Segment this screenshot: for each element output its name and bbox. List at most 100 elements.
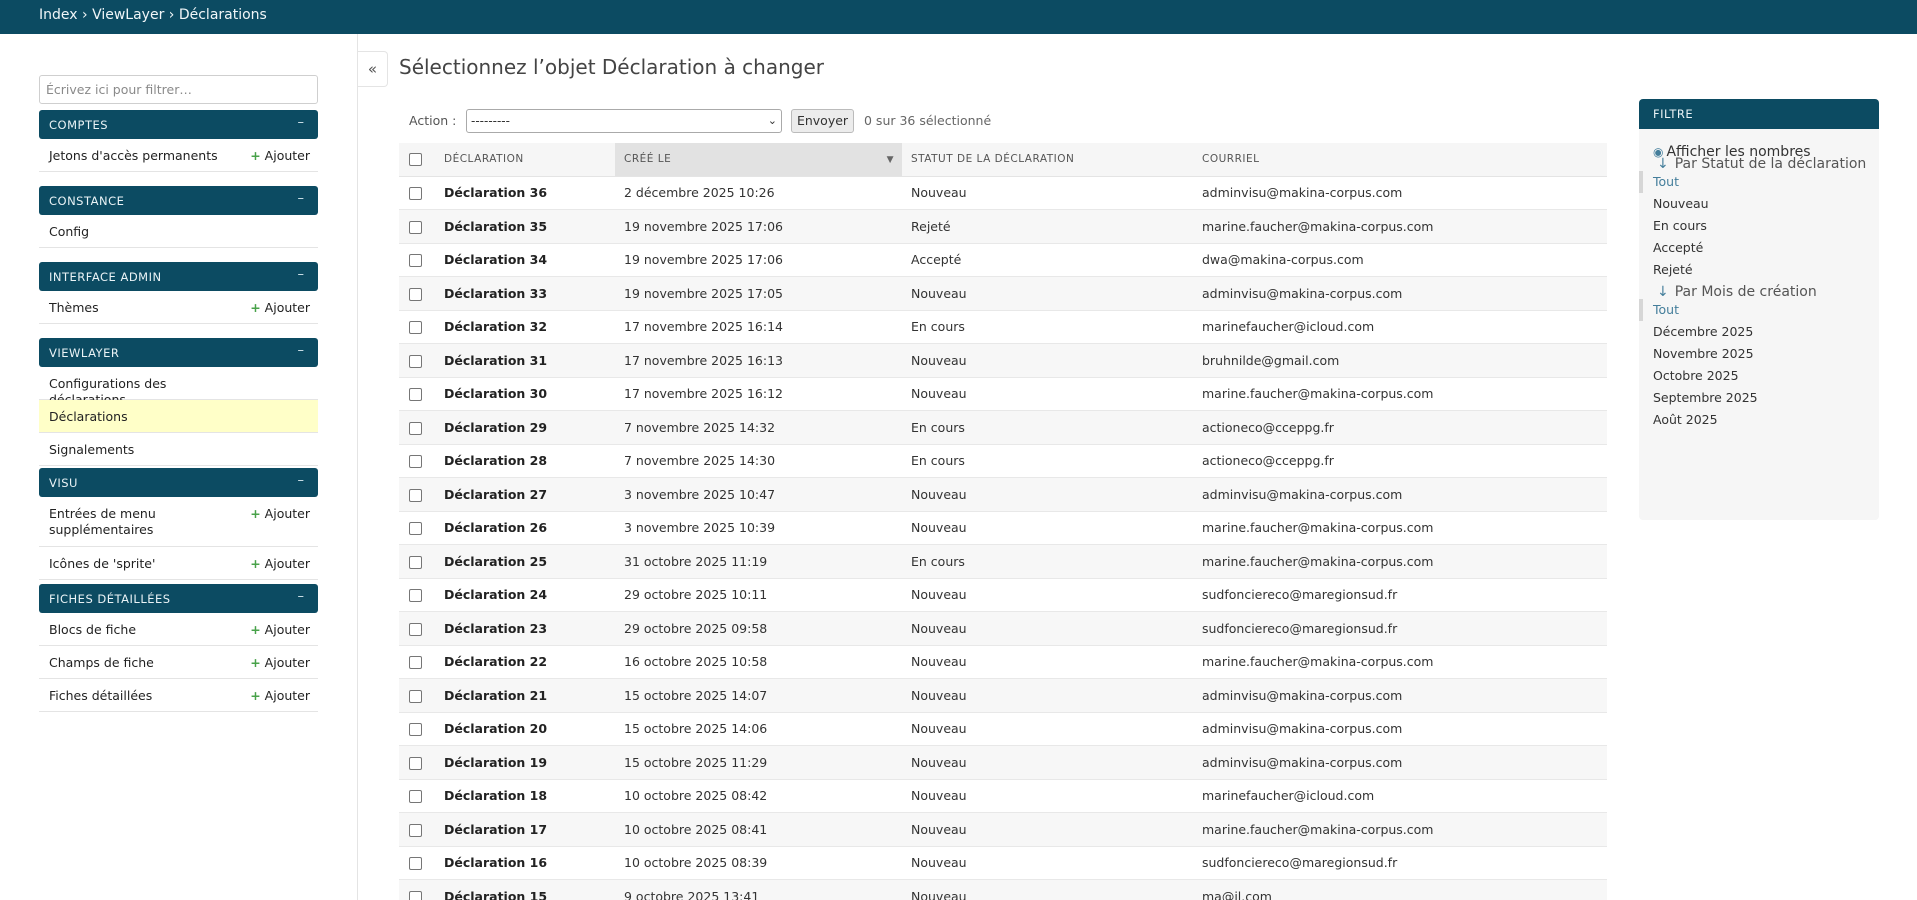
filter-choice-octobre-2025[interactable]: Octobre 2025 [1639, 365, 1879, 387]
row-checkbox[interactable] [409, 488, 422, 502]
declaration-link[interactable]: Déclaration 36 [435, 176, 615, 210]
row-checkbox[interactable] [409, 689, 422, 703]
row-checkbox[interactable] [409, 187, 422, 201]
row-checkbox[interactable] [409, 354, 422, 368]
nav-item-jetons-d-acces-permanents[interactable]: Jetons d'accès permanents + Ajouter [39, 139, 318, 172]
nav-item-config[interactable]: Config [39, 215, 318, 248]
nav-module-title[interactable]: COMPTES [49, 118, 108, 132]
table-row[interactable]: Déclaration 18 10 octobre 2025 08:42 Nouve… [399, 779, 1607, 813]
row-checkbox[interactable] [409, 388, 422, 402]
add-link[interactable]: + Ajouter [250, 655, 310, 670]
add-link[interactable]: + Ajouter [250, 148, 310, 163]
collapse-module-icon[interactable]: – [298, 115, 305, 130]
table-row[interactable]: Déclaration 15 9 octobre 2025 13:41 Nouvea… [399, 879, 1607, 900]
table-row[interactable]: Déclaration 25 31 octobre 2025 11:19 En co… [399, 544, 1607, 579]
filter-choice-septembre-2025[interactable]: Septembre 2025 [1639, 387, 1879, 409]
filter-choice-nouveau[interactable]: Nouveau [1639, 193, 1879, 215]
declaration-link[interactable]: Déclaration 22 [435, 645, 615, 679]
nav-module-title[interactable]: CONSTANCE [49, 194, 124, 208]
nav-module-title[interactable]: VIEWLAYER [49, 346, 119, 360]
nav-item-champs-de-fiche[interactable]: Champs de fiche + Ajouter [39, 646, 318, 679]
row-checkbox[interactable] [409, 790, 422, 804]
table-row[interactable]: Déclaration 16 10 octobre 2025 08:39 Nouve… [399, 846, 1607, 880]
table-row[interactable]: Déclaration 19 15 octobre 2025 11:29 Nouve… [399, 745, 1607, 780]
nav-item-icones-de-sprite[interactable]: Icônes de 'sprite' + Ajouter [39, 547, 318, 580]
nav-item-label[interactable]: Blocs de fiche [49, 622, 224, 638]
row-checkbox[interactable] [409, 522, 422, 536]
declaration-link[interactable]: Déclaration 29 [435, 410, 615, 445]
nav-module-title[interactable]: VISU [49, 476, 78, 490]
add-link[interactable]: + Ajouter [250, 622, 310, 637]
collapse-module-icon[interactable]: – [298, 589, 305, 604]
declaration-link[interactable]: Déclaration 28 [435, 444, 615, 478]
filter-choice-en-cours[interactable]: En cours [1639, 215, 1879, 237]
breadcrumb-viewlayer-link[interactable]: ViewLayer [92, 7, 164, 23]
declaration-link[interactable]: Déclaration 15 [435, 879, 615, 900]
declaration-link[interactable]: Déclaration 31 [435, 343, 615, 378]
declaration-link[interactable]: Déclaration 21 [435, 678, 615, 713]
row-checkbox[interactable] [409, 857, 422, 871]
run-action-button[interactable]: Envoyer [791, 109, 854, 133]
table-row[interactable]: Déclaration 22 16 octobre 2025 10:58 Nouve… [399, 645, 1607, 679]
filter-group-title[interactable]: ↓ Par Statut de la déclaration [1657, 156, 1866, 172]
collapse-module-icon[interactable]: – [298, 343, 305, 358]
nav-item-signalements[interactable]: Signalements [39, 433, 318, 466]
declaration-link[interactable]: Déclaration 24 [435, 578, 615, 612]
nav-item-label[interactable]: Champs de fiche [49, 655, 224, 671]
nav-item-label[interactable]: Fiches détaillées [49, 688, 224, 704]
row-checkbox[interactable] [409, 421, 422, 435]
table-row[interactable]: Déclaration 29 7 novembre 2025 14:32 En co… [399, 410, 1607, 445]
filter-choice-tout[interactable]: Tout [1639, 171, 1879, 193]
filter-group-title[interactable]: ↓ Par Mois de création [1657, 284, 1817, 300]
nav-item-label[interactable]: Entrées de menu supplémentaires [49, 506, 224, 538]
row-checkbox[interactable] [409, 723, 422, 737]
filter-choice-rejete[interactable]: Rejeté [1639, 259, 1879, 281]
table-row[interactable]: Déclaration 34 19 novembre 2025 17:06 Acce… [399, 243, 1607, 277]
nav-filter-input[interactable] [39, 75, 318, 104]
row-checkbox[interactable] [409, 589, 422, 603]
nav-item-label[interactable]: Thèmes [49, 300, 224, 316]
nav-item-label[interactable]: Déclarations [49, 409, 224, 425]
table-row[interactable]: Déclaration 28 7 novembre 2025 14:30 En co… [399, 444, 1607, 478]
declaration-link[interactable]: Déclaration 18 [435, 779, 615, 813]
add-link[interactable]: + Ajouter [250, 506, 310, 521]
column-header-email[interactable]: COURRIEL [1193, 143, 1607, 177]
row-checkbox[interactable] [409, 455, 422, 469]
declaration-link[interactable]: Déclaration 17 [435, 812, 615, 847]
filter-choice-decembre-2025[interactable]: Décembre 2025 [1639, 321, 1879, 343]
nav-item-label[interactable]: Jetons d'accès permanents [49, 148, 224, 164]
table-row[interactable]: Déclaration 17 10 octobre 2025 08:41 Nouve… [399, 812, 1607, 847]
sort-descending-icon[interactable]: ▼ [887, 155, 894, 165]
declaration-link[interactable]: Déclaration 16 [435, 846, 615, 880]
row-checkbox[interactable] [409, 254, 422, 268]
nav-item-label[interactable]: Config [49, 224, 224, 240]
nav-item-label[interactable]: Icônes de 'sprite' [49, 556, 224, 572]
table-row[interactable]: Déclaration 32 17 novembre 2025 16:14 En c… [399, 310, 1607, 344]
table-row[interactable]: Déclaration 36 2 décembre 2025 10:26 Nouve… [399, 176, 1607, 210]
table-row[interactable]: Déclaration 26 3 novembre 2025 10:39 Nouve… [399, 511, 1607, 545]
declaration-link[interactable]: Déclaration 30 [435, 377, 615, 411]
table-row[interactable]: Déclaration 35 19 novembre 2025 17:06 Reje… [399, 209, 1607, 244]
declaration-link[interactable]: Déclaration 32 [435, 310, 615, 344]
select-all-checkbox[interactable] [409, 152, 422, 166]
table-row[interactable]: Déclaration 31 17 novembre 2025 16:13 Nouv… [399, 343, 1607, 378]
declaration-link[interactable]: Déclaration 25 [435, 544, 615, 579]
declaration-link[interactable]: Déclaration 33 [435, 276, 615, 311]
row-checkbox[interactable] [409, 622, 422, 636]
declaration-link[interactable]: Déclaration 35 [435, 209, 615, 244]
nav-item-configurations-des-declarations[interactable]: Configurations des déclarations [39, 367, 318, 407]
column-header-declaration[interactable]: DÉCLARATION [435, 143, 615, 177]
add-link[interactable]: + Ajouter [250, 556, 310, 571]
table-row[interactable]: Déclaration 30 17 novembre 2025 16:12 Nouv… [399, 377, 1607, 411]
collapse-module-icon[interactable]: – [298, 191, 305, 206]
column-header-status[interactable]: STATUT DE LA DÉCLARATION [902, 143, 1193, 177]
nav-item-entrees-de-menu-supplementaires[interactable]: Entrées de menu supplémentaires + Ajouter [39, 497, 318, 547]
add-link[interactable]: + Ajouter [250, 300, 310, 315]
row-checkbox[interactable] [409, 890, 422, 900]
nav-item-label[interactable]: Signalements [49, 442, 224, 458]
nav-item-fiches-detaillees[interactable]: Fiches détaillées + Ajouter [39, 679, 318, 712]
declaration-link[interactable]: Déclaration 19 [435, 745, 615, 780]
declaration-link[interactable]: Déclaration 20 [435, 712, 615, 746]
table-row[interactable]: Déclaration 23 29 octobre 2025 09:58 Nouve… [399, 611, 1607, 646]
toggle-sidebar-button[interactable]: « [358, 51, 388, 87]
